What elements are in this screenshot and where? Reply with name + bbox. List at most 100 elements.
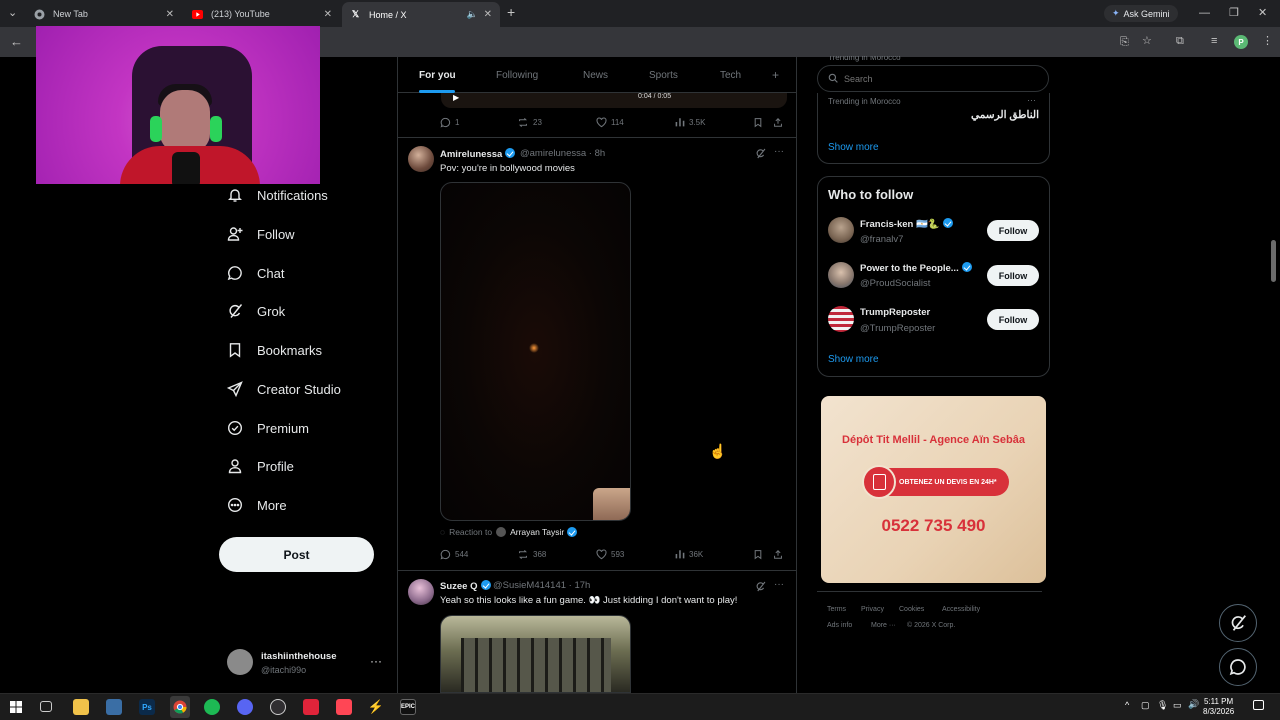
follow-button[interactable]: Follow — [987, 265, 1039, 286]
discord-icon[interactable] — [237, 699, 253, 715]
tray-volume-icon[interactable]: 🔊 — [1188, 699, 1199, 710]
tweet-image[interactable] — [440, 615, 631, 693]
add-tab-icon[interactable]: + — [772, 68, 779, 82]
reply-button[interactable]: 544 — [440, 549, 468, 560]
tab-tech[interactable]: Tech — [720, 70, 741, 81]
bookmark-star-icon[interactable]: ☆ — [1142, 35, 1152, 47]
chrome-menu-icon[interactable]: ⋮ — [1262, 35, 1273, 47]
profile-avatar[interactable]: P — [1234, 35, 1248, 49]
repost-button[interactable]: 368 — [517, 549, 546, 560]
follow-button[interactable]: Follow — [987, 220, 1039, 241]
nav-follow[interactable]: Follow — [226, 223, 295, 245]
install-app-icon[interactable]: ⎘ — [1120, 36, 1129, 48]
app-red-icon[interactable] — [303, 699, 319, 715]
nav-notifications[interactable]: Notifications — [226, 184, 328, 206]
nav-chat[interactable]: Chat — [226, 262, 284, 284]
nav-premium[interactable]: Premium — [226, 417, 309, 439]
grok-icon[interactable] — [755, 579, 766, 597]
sponsored-ad[interactable]: Dépôt Tit Mellil - Agence Aïn Sebâa OBTE… — [821, 396, 1046, 583]
epic-games-icon[interactable]: EPIC — [400, 699, 416, 715]
tab-following[interactable]: Following — [496, 70, 538, 81]
bookmark-button[interactable] — [753, 549, 767, 560]
share-button[interactable] — [773, 117, 787, 128]
tray-mic-icon[interactable]: 🎙 — [1157, 700, 1168, 711]
obs-icon[interactable] — [270, 699, 286, 715]
avatar[interactable] — [408, 579, 434, 605]
windows-start-icon[interactable] — [8, 699, 24, 715]
media-controls-icon[interactable]: ≡ — [1211, 35, 1217, 47]
speaker-icon[interactable]: 🔈 — [467, 9, 478, 20]
close-tab-icon[interactable]: ✕ — [166, 9, 174, 20]
avatar[interactable] — [408, 146, 434, 172]
photoshop-icon[interactable]: Ps — [139, 699, 155, 715]
views-button[interactable]: 36K — [675, 549, 703, 559]
close-window-button[interactable]: ✕ — [1258, 7, 1267, 19]
extensions-icon[interactable]: ⧉ — [1176, 35, 1184, 47]
follow-button[interactable]: Follow — [987, 309, 1039, 330]
avatar[interactable] — [828, 262, 854, 288]
back-arrow-icon[interactable]: ← — [10, 35, 23, 48]
suggested-account-name[interactable]: Power to the People... — [860, 262, 975, 274]
account-switcher[interactable]: itashiinthehouse @itachi99o ··· — [227, 648, 387, 680]
tray-camera-icon[interactable]: ▢ — [1141, 700, 1150, 711]
post-button[interactable]: Post — [219, 537, 374, 572]
footer-privacy-link[interactable]: Privacy — [861, 606, 884, 613]
views-button[interactable]: 3.5K — [675, 117, 705, 127]
minimize-button[interactable]: — — [1199, 7, 1210, 19]
tab-sports[interactable]: Sports — [649, 70, 678, 81]
task-view-icon[interactable] — [40, 701, 52, 712]
reply-button[interactable]: 1 — [440, 117, 459, 128]
tweet-handle[interactable]: @amirelunessa — [520, 148, 586, 159]
tweet-handle[interactable]: @SusieM414141 — [493, 580, 566, 591]
new-tab-button[interactable]: + — [507, 5, 515, 19]
more-options-icon[interactable]: ··· — [774, 146, 784, 157]
tab-for-you[interactable]: For you — [419, 70, 456, 81]
trend-topic[interactable]: الناطق الرسمي — [971, 109, 1039, 121]
show-more-link[interactable]: Show more — [828, 142, 879, 153]
suggested-account-name[interactable]: TrumpReposter — [860, 307, 930, 318]
notification-icon[interactable] — [1253, 700, 1264, 710]
reaction-author[interactable]: Arrayan Taysir — [510, 527, 564, 537]
tab-search-icon[interactable]: ⌄ — [8, 7, 17, 19]
footer-ads-info-link[interactable]: Ads info — [827, 622, 852, 629]
more-options-icon[interactable]: ··· — [774, 579, 784, 590]
tweet-time[interactable]: 17h — [574, 580, 590, 591]
search-box[interactable] — [817, 65, 1049, 92]
footer-terms-link[interactable]: Terms — [827, 606, 846, 613]
tweet-time[interactable]: 8h — [595, 148, 606, 159]
microsoft-store-icon[interactable] — [106, 699, 122, 715]
show-more-link[interactable]: Show more — [828, 354, 879, 365]
play-icon[interactable]: ▶ — [453, 93, 459, 102]
avatar[interactable] — [828, 306, 854, 332]
grok-icon[interactable] — [755, 146, 766, 164]
page-scrollbar[interactable] — [1271, 240, 1276, 282]
footer-cookies-link[interactable]: Cookies — [899, 606, 924, 613]
previous-video-player[interactable]: ▶ 0:04 / 0:05 — [441, 93, 787, 108]
footer-accessibility-link[interactable]: Accessibility — [942, 606, 980, 613]
tray-network-icon[interactable]: ▭ — [1173, 700, 1182, 711]
bookmark-button[interactable] — [753, 117, 767, 128]
tab-home-x[interactable]: 𝕏 Home / X 🔈 ✕ — [342, 2, 500, 27]
footer-more-link[interactable]: More ··· — [871, 622, 896, 629]
nav-bookmarks[interactable]: Bookmarks — [226, 339, 322, 361]
restore-button[interactable]: ❐ — [1229, 7, 1239, 19]
tweet-author-name[interactable]: Suzee Q — [440, 580, 494, 592]
tweet-video[interactable] — [440, 182, 631, 521]
nav-more[interactable]: More — [226, 494, 287, 516]
tab-new-tab[interactable]: New Tab ✕ — [26, 3, 182, 25]
search-input[interactable] — [844, 73, 1024, 84]
more-options-icon[interactable]: ··· — [1027, 95, 1036, 105]
more-dots-icon[interactable]: ··· — [370, 654, 382, 668]
like-button[interactable]: 114 — [596, 117, 624, 128]
taskbar-clock[interactable]: 5:11 PM 8/3/2026 — [1203, 697, 1234, 717]
repost-button[interactable]: 23 — [517, 117, 542, 128]
ask-gemini-button[interactable]: ✦ Ask Gemini — [1104, 5, 1178, 22]
tray-chevron-icon[interactable]: ^ — [1125, 700, 1129, 710]
share-button[interactable] — [773, 549, 787, 560]
app-valorant-icon[interactable] — [336, 699, 352, 715]
messages-floating-button[interactable] — [1219, 648, 1257, 686]
avatar[interactable] — [828, 217, 854, 243]
spotify-icon[interactable] — [204, 699, 220, 715]
grok-floating-button[interactable] — [1219, 604, 1257, 642]
chrome-taskbar-icon[interactable] — [170, 696, 190, 718]
